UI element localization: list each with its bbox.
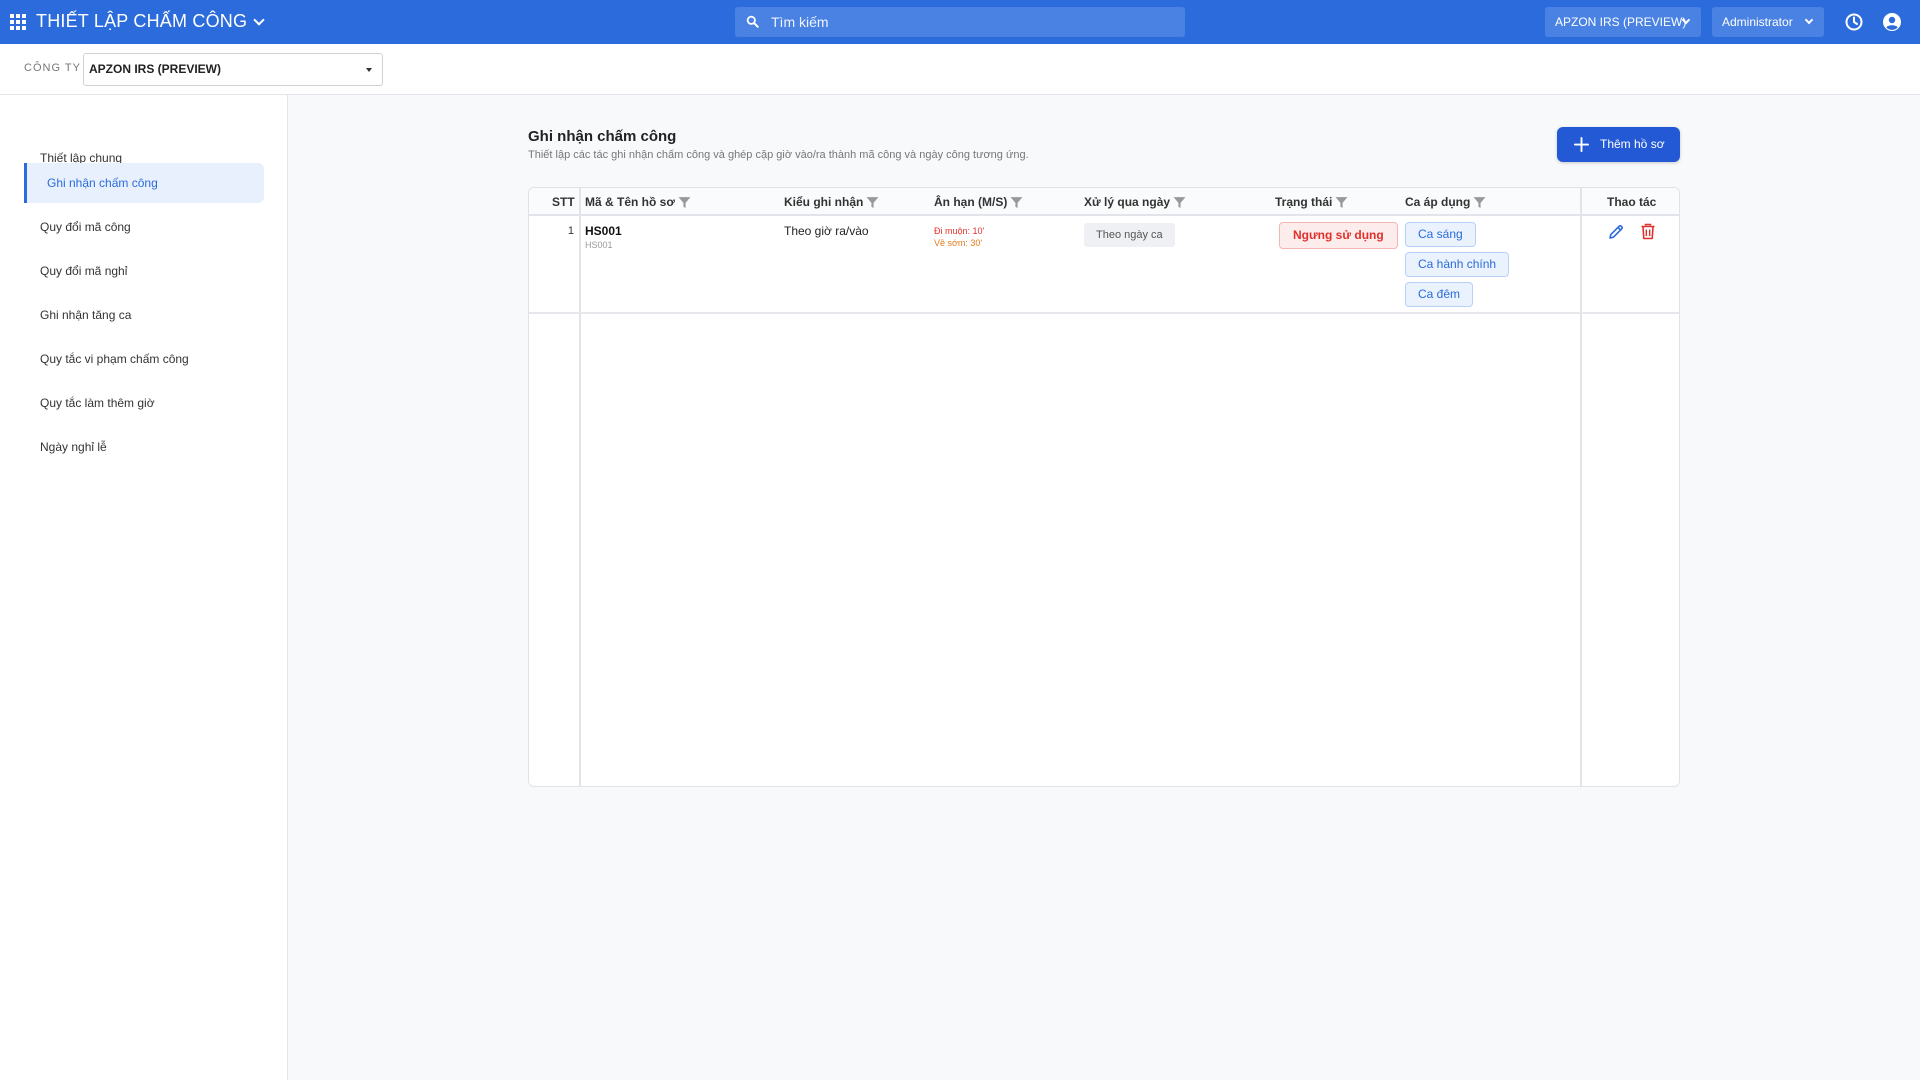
column-header-shifts: Ca áp dụng <box>1405 195 1486 209</box>
sidebar-item-label: Ghi nhận chấm công <box>47 176 158 190</box>
column-header-label: Trạng thái <box>1275 195 1333 209</box>
row-grace-late: Đi muộn: 10' <box>934 226 985 236</box>
column-header-label: Mã & Tên hồ sơ <box>585 195 675 209</box>
row-profile-code: HS001 <box>585 224 622 238</box>
column-header-overday: Xử lý qua ngày <box>1084 195 1186 209</box>
add-profile-button[interactable]: Thêm hồ sơ <box>1557 127 1680 162</box>
shift-tag[interactable]: Ca sáng <box>1405 222 1476 247</box>
column-header-actions: Thao tác <box>1607 195 1656 209</box>
user-menu[interactable]: Administrator <box>1712 7 1824 37</box>
sidebar-item-overtime-rules[interactable]: Quy tắc làm thêm giờ <box>24 383 264 423</box>
row-profile-name: HS001 <box>585 240 613 250</box>
company-select-value: APZON IRS (PREVIEW) <box>89 62 222 76</box>
add-profile-label: Thêm hồ sơ <box>1600 137 1665 151</box>
filter-icon[interactable] <box>1473 196 1486 209</box>
sidebar-item-leave-code-conversion[interactable]: Quy đổi mã nghỉ <box>24 251 264 291</box>
attendance-profile-table: STT Mã & Tên hồ sơ Kiểu ghi nhận Ân hạn … <box>528 187 1680 787</box>
top-bar: THIẾT LẬP CHẤM CÔNG APZON IRS (PREVIEW) … <box>0 0 1920 44</box>
sidebar-item-label: Ghi nhận tăng ca <box>40 308 132 322</box>
column-header-label: Thao tác <box>1607 195 1657 209</box>
column-header-grace: Ân hạn (M/S) <box>934 195 1023 209</box>
column-header-status: Trạng thái <box>1275 195 1348 209</box>
sidebar-item-work-code-conversion[interactable]: Quy đổi mã công <box>24 207 264 247</box>
company-switcher[interactable]: APZON IRS (PREVIEW) <box>1545 7 1701 37</box>
sidebar: Thiết lập chung Ghi nhận chấm công Quy đ… <box>0 95 288 1080</box>
filter-icon[interactable] <box>1335 196 1348 209</box>
column-header-code-name: Mã & Tên hồ sơ <box>585 195 691 209</box>
chevron-down-icon <box>1804 15 1814 25</box>
column-header-label: Ân hạn (M/S) <box>934 195 1008 209</box>
search-box[interactable] <box>735 7 1185 37</box>
sidebar-item-label: Ngày nghỉ lễ <box>40 440 107 454</box>
sidebar-item-label: Quy đổi mã công <box>40 220 131 234</box>
row-grace-early: Về sớm: 30' <box>934 238 983 248</box>
filter-icon[interactable] <box>678 196 691 209</box>
trash-icon[interactable] <box>1640 223 1656 240</box>
sidebar-item-label: Quy đổi mã nghỉ <box>40 264 128 278</box>
filter-icon[interactable] <box>866 196 879 209</box>
page-subtitle: Thiết lập các tác ghi nhận chấm công và … <box>528 149 1029 161</box>
sidebar-item-overtime-recording[interactable]: Ghi nhận tăng ca <box>24 295 264 335</box>
column-header-label: Xử lý qua ngày <box>1084 195 1171 209</box>
company-switcher-label: APZON IRS (PREVIEW) <box>1555 15 1687 29</box>
filter-icon[interactable] <box>1173 196 1186 209</box>
status-badge: Ngưng sử dụng <box>1279 222 1398 249</box>
user-avatar-icon[interactable] <box>1882 12 1902 32</box>
search-input[interactable] <box>771 7 1171 37</box>
apps-grid-icon[interactable] <box>10 14 26 30</box>
user-name: Administrator <box>1722 15 1793 29</box>
column-header-stt: STT <box>552 195 575 209</box>
sidebar-item-attendance-recording[interactable]: Ghi nhận chấm công <box>24 163 264 203</box>
sidebar-item-violation-rules[interactable]: Quy tắc vi phạm chấm công <box>24 339 264 379</box>
shift-tag[interactable]: Ca đêm <box>1405 282 1474 307</box>
app-title-menu[interactable]: THIẾT LẬP CHẤM CÔNG <box>36 11 265 32</box>
row-record-type: Theo giờ ra/vào <box>784 224 869 238</box>
row-overday-badge: Theo ngày ca <box>1084 223 1175 247</box>
page-title: Ghi nhận chấm công <box>528 128 677 145</box>
search-icon <box>746 15 759 28</box>
table-header: STT Mã & Tên hồ sơ Kiểu ghi nhận Ân hạn … <box>529 188 1679 216</box>
clock-icon[interactable] <box>1844 12 1864 32</box>
table-row[interactable]: 1 HS001 HS001 Theo giờ ra/vào Đi muộn: 1… <box>529 217 1679 314</box>
company-select[interactable]: APZON IRS (PREVIEW) <box>83 53 383 86</box>
plus-icon <box>1574 137 1589 152</box>
company-label: CÔNG TY <box>24 62 81 74</box>
caret-down-icon <box>366 68 372 72</box>
column-header-label: STT <box>552 195 575 209</box>
column-header-label: Ca áp dụng <box>1405 195 1471 209</box>
edit-icon[interactable] <box>1607 223 1625 241</box>
column-header-record-type: Kiểu ghi nhận <box>784 195 879 209</box>
sidebar-item-holidays[interactable]: Ngày nghỉ lễ <box>24 427 264 467</box>
shift-tag[interactable]: Ca hành chính <box>1405 252 1510 277</box>
company-filter-bar: CÔNG TY APZON IRS (PREVIEW) <box>0 44 1920 95</box>
sidebar-item-label: Quy tắc vi phạm chấm công <box>40 352 189 366</box>
app-title: THIẾT LẬP CHẤM CÔNG <box>36 11 248 31</box>
row-stt: 1 <box>567 225 574 237</box>
sidebar-item-label: Quy tắc làm thêm giờ <box>40 396 155 410</box>
filter-icon[interactable] <box>1010 196 1023 209</box>
chevron-down-icon <box>253 13 265 26</box>
column-header-label: Kiểu ghi nhận <box>784 195 864 209</box>
